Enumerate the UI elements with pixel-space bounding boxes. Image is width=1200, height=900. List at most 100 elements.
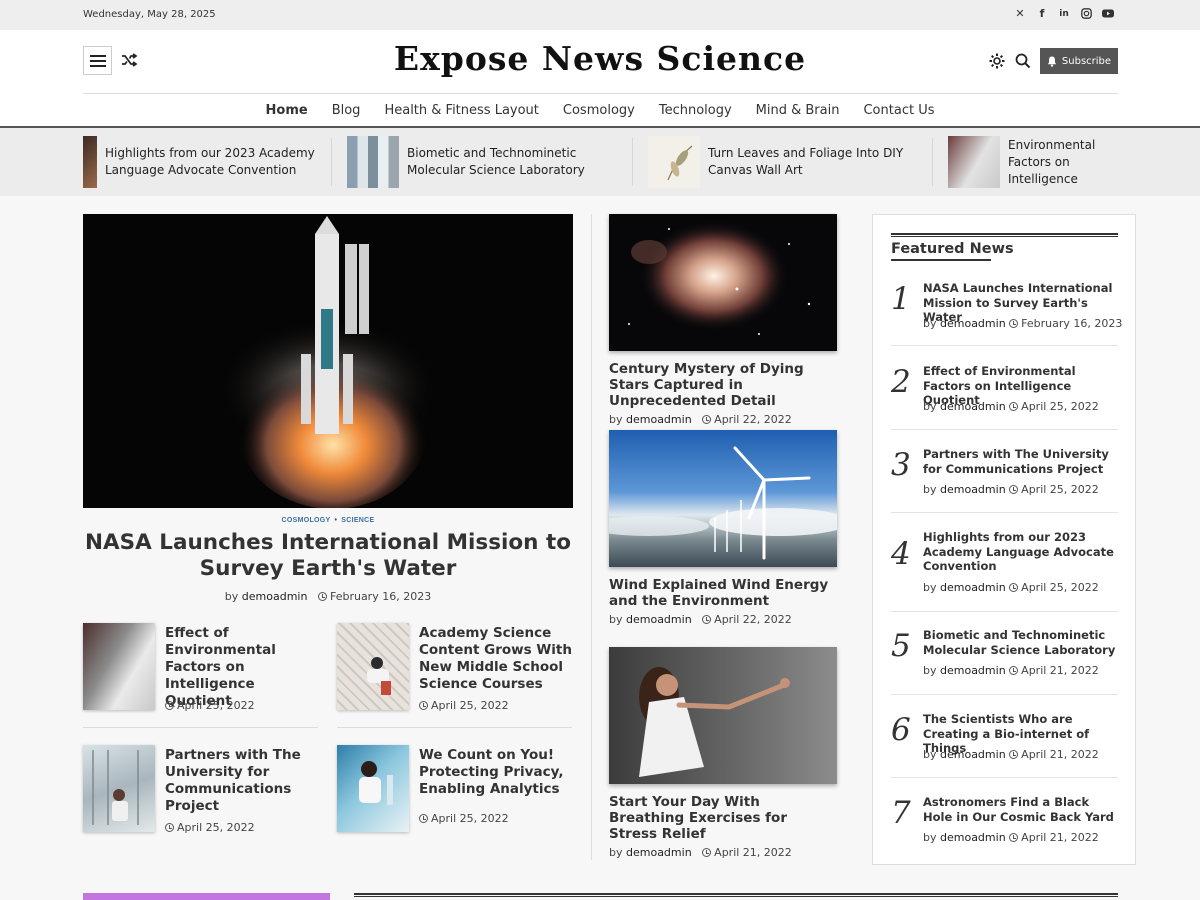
clock-icon: [165, 823, 174, 832]
clock-icon: [1009, 583, 1019, 592]
category-link-cosmology[interactable]: COSMOLOGY: [282, 517, 331, 524]
ticker-title: Turn Leaves and Foliage Into DIY Canvas …: [708, 146, 904, 177]
nav-mind-brain[interactable]: Mind & Brain: [756, 103, 840, 118]
youtube-icon[interactable]: [1102, 7, 1114, 21]
post-meta: April 25, 2022: [419, 812, 509, 825]
featured-divider: [891, 512, 1118, 513]
author-prefix: by: [224, 590, 239, 603]
featured-title[interactable]: Biometic and Technominetic Molecular Sci…: [923, 628, 1119, 657]
featured-title[interactable]: Astronomers Find a Black Hole in Our Cos…: [923, 795, 1119, 824]
nav-contact[interactable]: Contact Us: [863, 103, 934, 118]
post-image: [609, 430, 837, 567]
column-divider: [591, 214, 592, 860]
ticker-thumbnail: [948, 136, 1000, 188]
post-date: April 25, 2022: [1021, 483, 1099, 496]
post-title[interactable]: Effect of Environmental Factors on Intel…: [165, 625, 323, 710]
post-meta: by demoadmin April 21, 2022: [609, 846, 792, 859]
author-link[interactable]: demoadmin: [626, 846, 692, 859]
small-post[interactable]: We Count on You! Protecting Privacy, Ena…: [337, 745, 573, 833]
subscribe-button[interactable]: Subscribe: [1040, 48, 1118, 74]
featured-meta: by demoadmin April 21, 2022: [923, 831, 1099, 844]
instagram-icon[interactable]: [1080, 7, 1092, 21]
featured-number: 2: [891, 364, 911, 400]
x-icon[interactable]: ✕: [1014, 7, 1026, 21]
nav-blog[interactable]: Blog: [332, 103, 361, 118]
featured-divider: [891, 611, 1118, 612]
search-icon[interactable]: [1014, 52, 1032, 70]
clock-icon: [1009, 485, 1019, 494]
ticker-item[interactable]: Biometic and Technominetic Molecular Sci…: [347, 136, 617, 188]
news-ticker: Highlights from our 2023 Academy Languag…: [0, 128, 1200, 196]
author-link[interactable]: demoadmin: [940, 400, 1006, 413]
small-post[interactable]: Partners with The University for Communi…: [83, 745, 319, 834]
nav-home[interactable]: Home: [266, 103, 308, 118]
featured-number: 3: [891, 447, 911, 483]
post-title[interactable]: Century Mystery of Dying Stars Captured …: [609, 361, 837, 409]
clock-icon: [702, 848, 712, 857]
author-link[interactable]: demoadmin: [940, 581, 1006, 594]
small-post[interactable]: Academy Science Content Grows With New M…: [337, 623, 573, 712]
linkedin-icon[interactable]: in: [1058, 7, 1070, 21]
ticker-thumbnail: [83, 136, 97, 188]
ticker-thumbnail: [648, 136, 700, 188]
post-date: April 25, 2022: [1021, 400, 1099, 413]
featured-meta: by demoadmin April 21, 2022: [923, 748, 1099, 761]
post-title[interactable]: Start Your Day With Breathing Exercises …: [609, 794, 837, 842]
author-link[interactable]: demoadmin: [940, 664, 1006, 677]
social-links: ✕ f in: [1014, 7, 1114, 21]
author-link[interactable]: demoadmin: [940, 748, 1006, 761]
hero-title[interactable]: NASA Launches International Mission to S…: [83, 530, 573, 582]
post-date: April 22, 2022: [714, 613, 792, 626]
author-link[interactable]: demoadmin: [940, 831, 1006, 844]
author-link[interactable]: demoadmin: [242, 590, 308, 603]
small-post[interactable]: Effect of Environmental Factors on Intel…: [83, 623, 319, 712]
post-image: [609, 214, 837, 351]
mid-post[interactable]: Century Mystery of Dying Stars Captured …: [609, 214, 837, 426]
post-meta: April 25, 2022: [165, 821, 255, 834]
author-link[interactable]: demoadmin: [940, 317, 1006, 330]
mid-post[interactable]: Wind Explained Wind Energy and the Envir…: [609, 430, 837, 626]
post-date: April 25, 2022: [177, 821, 255, 834]
mid-post[interactable]: Start Your Day With Breathing Exercises …: [609, 647, 837, 859]
featured-meta: by demoadmin April 25, 2022: [923, 400, 1099, 413]
category-link-science[interactable]: SCIENCE: [341, 517, 374, 524]
sidebar-title-underline: [891, 259, 991, 261]
featured-title[interactable]: Partners with The University for Communi…: [923, 447, 1119, 476]
ticker-item[interactable]: Effect of Environmental Factors on Intel…: [948, 136, 1120, 188]
ticker-divider: [932, 138, 933, 186]
featured-title[interactable]: Highlights from our 2023 Academy Languag…: [923, 530, 1119, 574]
author-link[interactable]: demoadmin: [940, 483, 1006, 496]
post-date: April 22, 2022: [714, 413, 792, 426]
post-date: April 21, 2022: [714, 846, 792, 859]
clock-icon: [1009, 319, 1019, 328]
ticker-item[interactable]: Turn Leaves and Foliage Into DIY Canvas …: [648, 136, 918, 188]
ticker-divider: [331, 138, 332, 186]
facebook-icon[interactable]: f: [1036, 7, 1048, 21]
clock-icon: [1009, 402, 1019, 411]
post-divider: [337, 727, 572, 728]
hero-image[interactable]: [83, 214, 573, 508]
post-date: February 16, 2023: [1021, 317, 1123, 330]
clock-icon: [702, 615, 712, 624]
post-date: April 21, 2022: [1021, 831, 1099, 844]
nav-technology[interactable]: Technology: [659, 103, 732, 118]
author-link[interactable]: demoadmin: [626, 613, 692, 626]
post-title[interactable]: Partners with The University for Communi…: [165, 747, 323, 815]
featured-meta: by demoadmin February 16, 2023: [923, 317, 1123, 330]
nav-cosmology[interactable]: Cosmology: [563, 103, 635, 118]
post-title[interactable]: Academy Science Content Grows With New M…: [419, 625, 577, 693]
featured-number: 4: [891, 536, 911, 572]
post-date: April 21, 2022: [1021, 748, 1099, 761]
featured-number: 5: [891, 628, 911, 664]
nav-health-fitness[interactable]: Health & Fitness Layout: [384, 103, 538, 118]
featured-meta: by demoadmin April 25, 2022: [923, 483, 1099, 496]
featured-meta: by demoadmin April 21, 2022: [923, 664, 1099, 677]
ticker-divider: [632, 138, 633, 186]
post-title[interactable]: We Count on You! Protecting Privacy, Ena…: [419, 747, 577, 798]
dark-mode-toggle-icon[interactable]: [988, 52, 1006, 70]
ticker-item[interactable]: Highlights from our 2023 Academy Languag…: [83, 136, 315, 188]
post-date: April 25, 2022: [431, 812, 509, 825]
post-title[interactable]: Wind Explained Wind Energy and the Envir…: [609, 577, 837, 609]
featured-number: 7: [891, 795, 911, 831]
author-link[interactable]: demoadmin: [626, 413, 692, 426]
